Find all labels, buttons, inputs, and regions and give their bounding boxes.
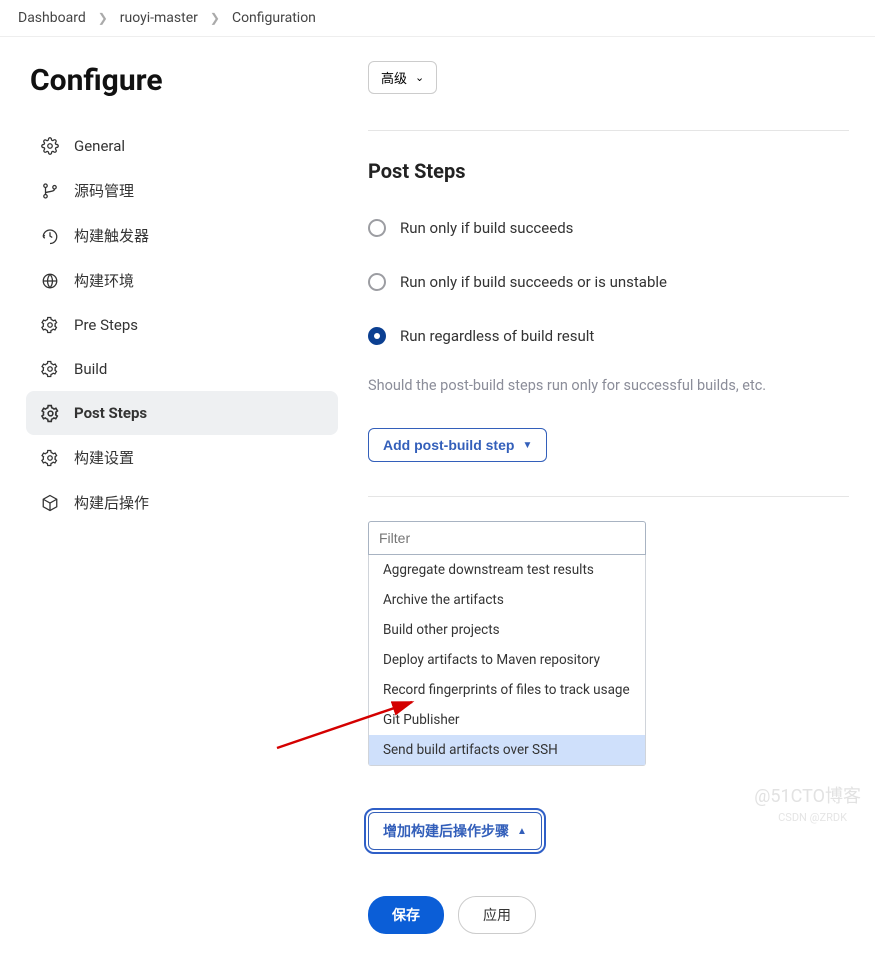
watermark: @51CTO博客 xyxy=(754,782,861,808)
gear-icon xyxy=(40,403,60,423)
gear-icon xyxy=(40,136,60,156)
breadcrumb: Dashboard ❯ ruoyi-master ❯ Configuration xyxy=(0,0,875,37)
footer-buttons: 保存 应用 xyxy=(368,896,849,934)
radio-label: Run only if build succeeds xyxy=(400,219,573,237)
radio-run-if-succeeds[interactable]: Run only if build succeeds xyxy=(368,219,849,237)
add-post-build-action-button[interactable]: 增加构建后操作步骤 ▲ xyxy=(368,812,542,850)
breadcrumb-project[interactable]: ruoyi-master xyxy=(120,10,198,26)
caret-up-icon: ▲ xyxy=(517,826,527,837)
section-heading: Post Steps xyxy=(368,159,849,183)
watermark: CSDN @ZRDK xyxy=(778,811,847,824)
apply-button[interactable]: 应用 xyxy=(458,896,536,934)
radio-run-regardless[interactable]: Run regardless of build result xyxy=(368,327,849,345)
sidebar-item-label: 源码管理 xyxy=(74,180,134,201)
divider xyxy=(368,496,849,497)
radio-group-description: Should the post-build steps run only for… xyxy=(368,377,849,394)
sidebar-item-label: Build xyxy=(74,360,107,378)
save-button[interactable]: 保存 xyxy=(368,896,444,934)
sidebar-item-label: 构建触发器 xyxy=(74,225,149,246)
add-post-build-step-button[interactable]: Add post-build step ▼ xyxy=(368,428,547,462)
sidebar-item-build[interactable]: Build xyxy=(26,347,338,391)
cube-icon xyxy=(40,493,60,513)
dropdown-item-deploy-maven[interactable]: Deploy artifacts to Maven repository xyxy=(369,645,645,675)
radio-icon xyxy=(368,273,386,291)
dropdown-item-aggregate[interactable]: Aggregate downstream test results xyxy=(369,555,645,585)
dropdown-item-build-other[interactable]: Build other projects xyxy=(369,615,645,645)
gear-icon xyxy=(40,359,60,379)
dropdown-item-send-ssh[interactable]: Send build artifacts over SSH xyxy=(369,735,645,765)
sidebar-item-triggers[interactable]: 构建触发器 xyxy=(26,213,338,258)
post-build-step-dropdown: Aggregate downstream test results Archiv… xyxy=(368,521,646,766)
radio-icon xyxy=(368,219,386,237)
gear-icon xyxy=(40,448,60,468)
sidebar-item-label: 构建后操作 xyxy=(74,492,149,513)
divider xyxy=(368,130,849,131)
clock-icon xyxy=(40,226,60,246)
branch-icon xyxy=(40,181,60,201)
add-post-build-action-label: 增加构建后操作步骤 xyxy=(383,821,509,841)
advanced-button[interactable]: 高级 ⌄ xyxy=(368,61,437,94)
sidebar-item-post-build-actions[interactable]: 构建后操作 xyxy=(26,480,338,525)
breadcrumb-dashboard[interactable]: Dashboard xyxy=(18,10,86,26)
advanced-button-label: 高级 xyxy=(381,68,407,87)
dropdown-item-git-publisher[interactable]: Git Publisher xyxy=(369,705,645,735)
dropdown-item-record-fingerprints[interactable]: Record fingerprints of files to track us… xyxy=(369,675,645,705)
sidebar-item-build-settings[interactable]: 构建设置 xyxy=(26,435,338,480)
sidebar-item-label: 构建设置 xyxy=(74,447,134,468)
sidebar-item-env[interactable]: 构建环境 xyxy=(26,258,338,303)
chevron-down-icon: ⌄ xyxy=(415,71,424,84)
dropdown-list: Aggregate downstream test results Archiv… xyxy=(368,555,646,766)
filter-input[interactable] xyxy=(368,521,646,555)
radio-label: Run only if build succeeds or is unstabl… xyxy=(400,273,667,291)
dropdown-item-archive[interactable]: Archive the artifacts xyxy=(369,585,645,615)
sidebar-item-label: Post Steps xyxy=(74,404,147,422)
sidebar-item-general[interactable]: General xyxy=(26,124,338,168)
sidebar-item-pre-steps[interactable]: Pre Steps xyxy=(26,303,338,347)
chevron-right-icon: ❯ xyxy=(210,11,220,25)
radio-label: Run regardless of build result xyxy=(400,327,594,345)
sidebar-item-label: General xyxy=(74,137,125,155)
page-title: Configure xyxy=(30,63,338,98)
caret-down-icon: ▼ xyxy=(522,440,532,451)
sidebar-item-label: 构建环境 xyxy=(74,270,134,291)
globe-icon xyxy=(40,271,60,291)
sidebar-item-source[interactable]: 源码管理 xyxy=(26,168,338,213)
chevron-right-icon: ❯ xyxy=(98,11,108,25)
add-post-build-step-label: Add post-build step xyxy=(383,437,514,453)
radio-icon xyxy=(368,327,386,345)
gear-icon xyxy=(40,315,60,335)
sidebar-item-label: Pre Steps xyxy=(74,316,138,334)
sidebar-item-post-steps[interactable]: Post Steps xyxy=(26,391,338,435)
sidebar: Configure General 源码管理 构建触发器 构建环境 xyxy=(26,57,338,934)
breadcrumb-configuration[interactable]: Configuration xyxy=(232,10,316,26)
radio-run-if-succeeds-or-unstable[interactable]: Run only if build succeeds or is unstabl… xyxy=(368,273,849,291)
